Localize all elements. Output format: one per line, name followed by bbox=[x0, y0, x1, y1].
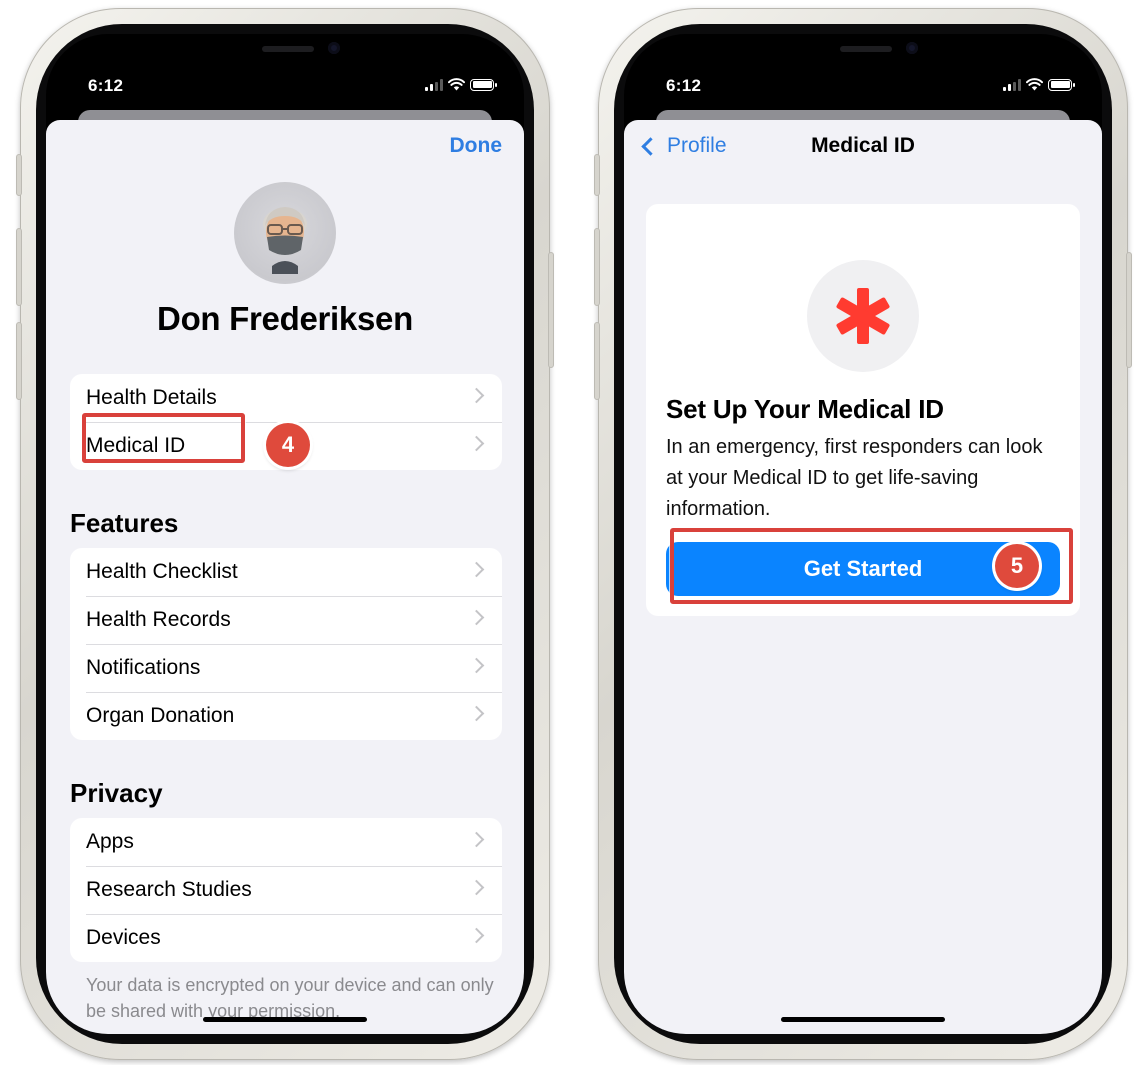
nav-title: Medical ID bbox=[811, 134, 915, 157]
list-row-research-studies[interactable]: Research Studies bbox=[70, 866, 502, 914]
status-time: 6:12 bbox=[666, 76, 702, 95]
notch bbox=[170, 34, 400, 68]
list-row-health-records[interactable]: Health Records bbox=[70, 596, 502, 644]
list-row-health-checklist[interactable]: Health Checklist bbox=[70, 548, 502, 596]
home-indicator[interactable] bbox=[203, 1017, 367, 1022]
row-label: Health Records bbox=[86, 608, 231, 631]
screen-left: 6:12 Done Don Frederiksen Health Details… bbox=[46, 34, 524, 1034]
row-label: Research Studies bbox=[86, 878, 252, 901]
volume-down-button bbox=[594, 322, 600, 400]
mute-switch bbox=[594, 154, 600, 196]
notch bbox=[748, 34, 978, 68]
highlight-box-medical-id bbox=[82, 413, 245, 463]
chevron-right-icon bbox=[468, 561, 485, 578]
volume-up-button bbox=[594, 228, 600, 306]
step-badge-4: 4 bbox=[266, 423, 310, 467]
row-label: Notifications bbox=[86, 656, 201, 679]
phone-frame-left: 6:12 Done Don Frederiksen Health Details… bbox=[16, 8, 554, 1060]
done-button[interactable]: Done bbox=[450, 134, 503, 158]
chevron-right-icon bbox=[468, 609, 485, 626]
row-label: Health Details bbox=[86, 386, 217, 409]
chevron-right-icon bbox=[468, 831, 485, 848]
volume-up-button bbox=[16, 228, 22, 306]
volume-down-button bbox=[16, 322, 22, 400]
section-title-privacy: Privacy bbox=[70, 778, 163, 808]
side-button bbox=[1126, 252, 1132, 368]
section-title-features: Features bbox=[70, 508, 179, 538]
list-row-organ-donation[interactable]: Organ Donation bbox=[70, 692, 502, 740]
privacy-group: Apps Research Studies Devices bbox=[70, 818, 502, 962]
chevron-right-icon bbox=[468, 705, 485, 722]
profile-sheet: Done Don Frederiksen Health Details Medi… bbox=[46, 120, 524, 1034]
chevron-right-icon bbox=[468, 927, 485, 944]
chevron-right-icon bbox=[468, 435, 485, 452]
status-time: 6:12 bbox=[88, 76, 124, 95]
chevron-right-icon bbox=[468, 387, 485, 404]
medical-asterisk-icon bbox=[807, 260, 919, 372]
row-label: Health Checklist bbox=[86, 560, 238, 583]
list-row-devices[interactable]: Devices bbox=[70, 914, 502, 962]
row-label: Organ Donation bbox=[86, 704, 235, 727]
side-button bbox=[548, 252, 554, 368]
status-bar: 6:12 bbox=[46, 74, 524, 98]
wifi-icon bbox=[1026, 78, 1043, 91]
row-label: Apps bbox=[86, 830, 134, 853]
row-label: Devices bbox=[86, 926, 161, 949]
features-group: Health Checklist Health Records Notifica… bbox=[70, 548, 502, 740]
chevron-right-icon bbox=[468, 657, 485, 674]
card-title: Set Up Your Medical ID bbox=[666, 394, 944, 424]
memoji-avatar-icon bbox=[263, 207, 307, 274]
step-badge-5: 5 bbox=[995, 544, 1039, 588]
status-bar: 6:12 bbox=[624, 74, 1102, 98]
profile-name: Don Frederiksen bbox=[157, 300, 413, 337]
home-indicator[interactable] bbox=[781, 1017, 945, 1022]
mute-switch bbox=[16, 154, 22, 196]
card-description: In an emergency, first responders can lo… bbox=[666, 436, 1043, 520]
avatar[interactable] bbox=[234, 182, 336, 284]
signal-icon bbox=[425, 78, 443, 91]
battery-icon bbox=[470, 78, 497, 91]
wifi-icon bbox=[448, 78, 465, 91]
chevron-right-icon bbox=[468, 879, 485, 896]
list-row-apps[interactable]: Apps bbox=[70, 818, 502, 866]
signal-icon bbox=[1003, 78, 1021, 91]
list-row-notifications[interactable]: Notifications bbox=[70, 644, 502, 692]
battery-icon bbox=[1048, 78, 1075, 91]
